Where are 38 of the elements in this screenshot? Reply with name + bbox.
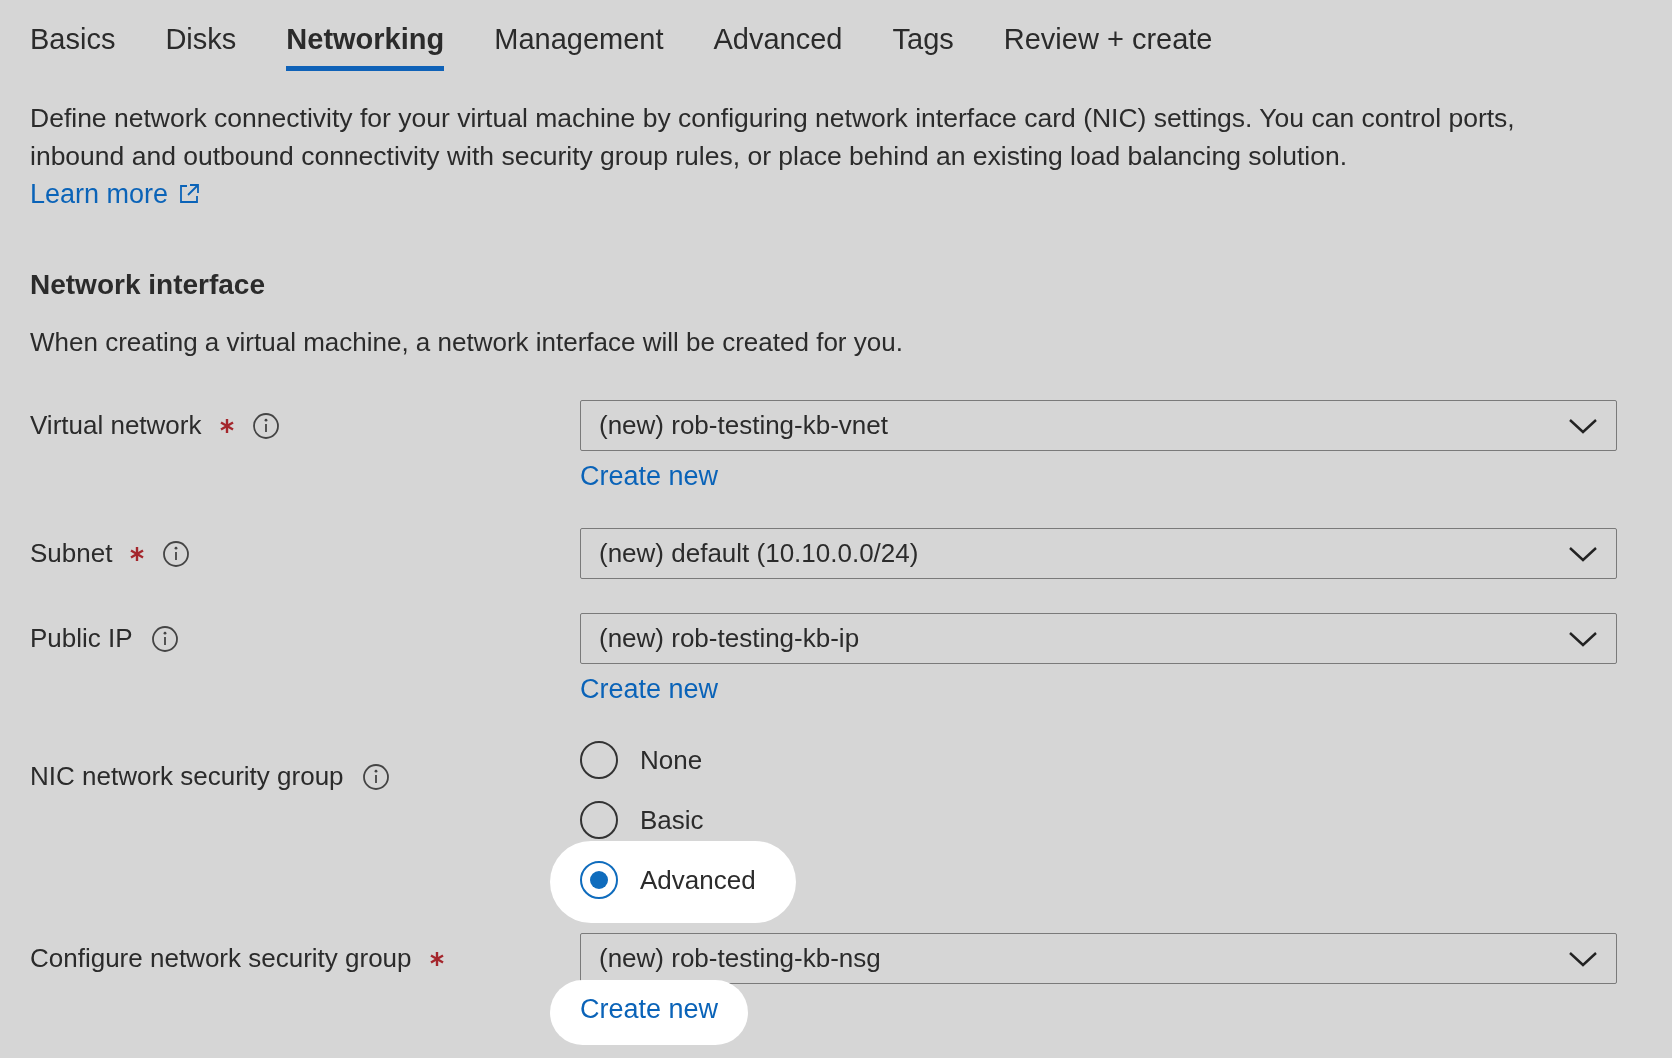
tab[interactable]: Management	[494, 22, 664, 71]
external-link-icon	[178, 183, 201, 205]
chevron-down-icon	[1568, 950, 1598, 967]
radio-label[interactable]: Basic	[640, 804, 704, 836]
tab[interactable]: Advanced	[713, 22, 843, 71]
create-new-link[interactable]: Create new	[580, 672, 719, 707]
chevron-down-icon	[1568, 630, 1598, 647]
radio-label[interactable]: Advanced	[640, 864, 756, 896]
create-new-link[interactable]: Create new	[580, 459, 719, 494]
chevron-down-icon	[1568, 545, 1598, 562]
field-label: Subnet	[30, 538, 113, 569]
intro-text: Define network connectivity for your virtual machine by configuring network interface card (NIC) settings. You can control ports, inbound and outbound connectivity with security group rules, or place behind an existing load balancing solution.	[30, 102, 1516, 173]
info-icon[interactable]	[162, 539, 191, 568]
tab[interactable]: Networking	[286, 22, 445, 71]
field-label: NIC network security group	[30, 761, 344, 792]
radio-button[interactable]	[580, 861, 618, 899]
learn-more-link[interactable]: Learn more	[30, 175, 201, 213]
field-label: Configure network security group	[30, 943, 412, 974]
dropdown[interactable]: (new) rob-testing-kb-nsg	[580, 933, 1617, 984]
dropdown[interactable]: (new) rob-testing-kb-ip	[580, 613, 1617, 664]
section-heading: Network interface	[30, 269, 266, 301]
section-description: When creating a virtual machine, a network interface will be created for you.	[30, 327, 904, 358]
info-icon[interactable]	[361, 762, 390, 791]
info-icon[interactable]	[150, 624, 179, 653]
radio-label[interactable]: None	[640, 744, 703, 776]
radio-button[interactable]	[580, 801, 618, 839]
create-new-link[interactable]: Create new	[550, 980, 749, 1045]
radio-button[interactable]	[580, 741, 618, 779]
dropdown[interactable]: (new) rob-testing-kb-vnet	[580, 400, 1617, 451]
tab[interactable]: Tags	[892, 22, 954, 71]
info-icon[interactable]	[251, 411, 280, 440]
field-label: Virtual network	[30, 410, 202, 441]
tab[interactable]: Basics	[30, 22, 116, 71]
field-label: Public IP	[30, 623, 133, 654]
chevron-down-icon	[1568, 417, 1598, 434]
dropdown[interactable]: (new) default (10.10.0.0/24)	[580, 528, 1617, 579]
tab[interactable]: Disks	[165, 22, 237, 71]
tab[interactable]: Review + create	[1003, 22, 1213, 71]
